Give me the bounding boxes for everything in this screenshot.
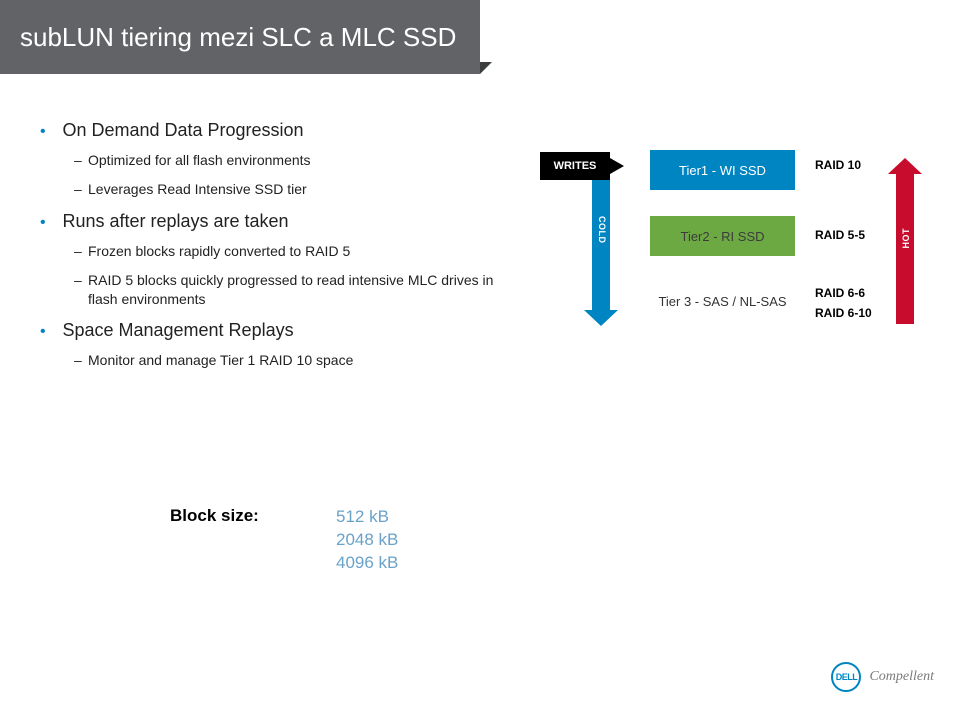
writes-badge: WRITES [540,152,610,180]
block-size-v1: 512 kB [336,506,398,529]
hot-arrow-shaft [896,174,914,324]
bullet-1-sub-1: Optimized for all flash environments [74,151,520,170]
footer-logo: DELL Compellent [831,662,934,692]
cold-arrow-head-icon [584,310,618,326]
tier3-box: Tier 3 - SAS / NL-SAS [650,282,795,322]
raid-6-10-label: RAID 6-10 [815,306,885,320]
bullet-3-text: Space Management Replays [62,320,293,340]
bullet-1-text: On Demand Data Progression [62,120,303,140]
block-size-label: Block size: [170,506,336,575]
title-notch [480,62,492,74]
raid-5-5-label: RAID 5-5 [815,228,885,242]
block-size-v2: 2048 kB [336,529,398,552]
content-area: On Demand Data Progression Optimized for… [40,120,920,382]
diagram: WRITES COLD HOT Tier1 - WI SSD Tier2 - R… [520,120,920,382]
bullet-2-text: Runs after replays are taken [62,211,288,231]
bullet-2-sub-2: RAID 5 blocks quickly progressed to read… [74,271,520,309]
cold-arrow-shaft [592,180,610,310]
cold-label: COLD [597,216,607,244]
block-size-values: 512 kB 2048 kB 4096 kB [336,506,398,575]
bullet-1-sub-2: Leverages Read Intensive SSD tier [74,180,520,199]
block-size-v3: 4096 kB [336,552,398,575]
raid-6-6-label: RAID 6-6 [815,286,885,300]
title-band: subLUN tiering mezi SLC a MLC SSD [0,0,480,74]
bullet-3-sub-1: Monitor and manage Tier 1 RAID 10 space [74,351,520,370]
raid-10-label: RAID 10 [815,158,885,172]
bullet-column: On Demand Data Progression Optimized for… [40,120,520,382]
bullet-2-sub-1: Frozen blocks rapidly converted to RAID … [74,242,520,261]
tier2-box: Tier2 - RI SSD [650,216,795,256]
bullet-3: Space Management Replays Monitor and man… [40,320,520,370]
bullet-2: Runs after replays are taken Frozen bloc… [40,211,520,309]
block-size-section: Block size: 512 kB 2048 kB 4096 kB [170,506,398,575]
compellent-text: Compellent [869,669,934,685]
bullet-1: On Demand Data Progression Optimized for… [40,120,520,199]
page-title: subLUN tiering mezi SLC a MLC SSD [20,22,456,53]
dell-logo-icon: DELL [831,662,861,692]
tier1-box: Tier1 - WI SSD [650,150,795,190]
hot-label: HOT [901,228,911,249]
hot-arrow-head-icon [888,158,922,174]
writes-arrow-icon [610,158,624,174]
